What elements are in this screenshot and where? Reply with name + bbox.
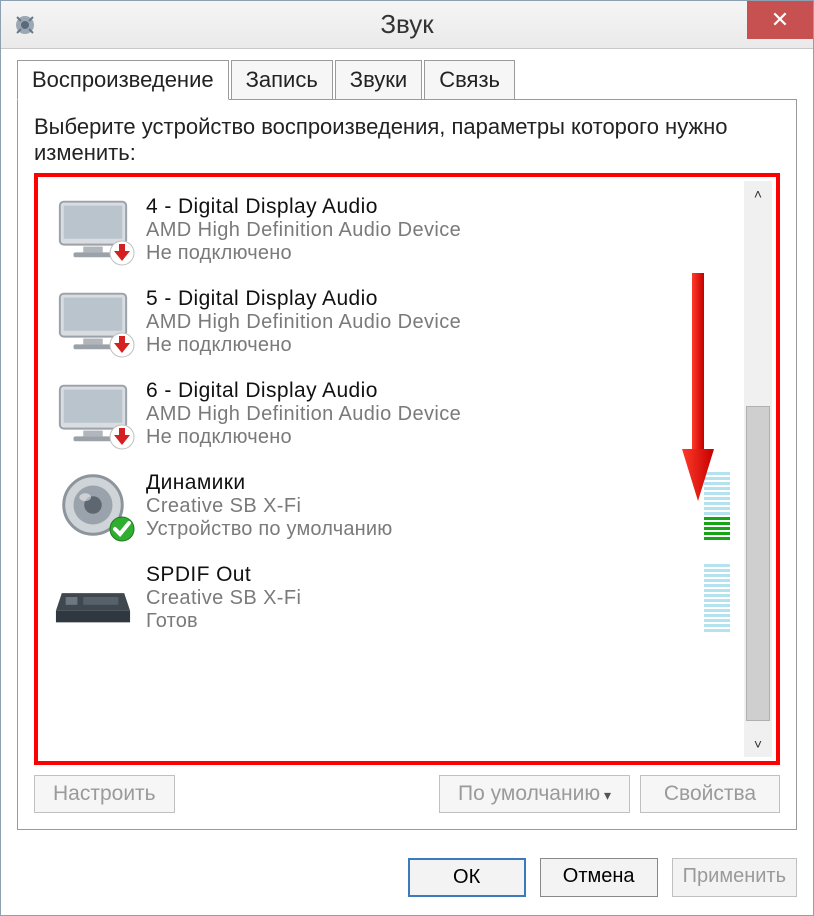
device-sub: AMD High Definition Audio Device: [146, 219, 738, 242]
tab-playback[interactable]: Воспроизведение: [17, 60, 229, 100]
device-sub: AMD High Definition Audio Device: [146, 403, 738, 426]
meter-bar: [704, 472, 730, 475]
meter-bar: [704, 517, 730, 520]
device-text: SPDIF Out Creative SB X-Fi Готов: [146, 563, 704, 633]
close-icon: ✕: [771, 7, 789, 33]
sound-dialog-window: Звук ✕ Воспроизведение Запись Звуки Связ…: [0, 0, 814, 916]
device-sub: AMD High Definition Audio Device: [146, 311, 738, 334]
meter-bar: [704, 609, 730, 612]
monitor-icon: [54, 379, 132, 447]
meter-bar: [704, 564, 730, 567]
tab-strip: Воспроизведение Запись Звуки Связь: [17, 59, 797, 99]
device-status: Не подключено: [146, 242, 738, 265]
disconnected-badge-icon: [108, 331, 136, 359]
meter-bar: [704, 522, 730, 525]
highlight-frame: 4 - Digital Display Audio AMD High Defin…: [34, 173, 780, 765]
meter-bar: [704, 599, 730, 602]
device-row[interactable]: 4 - Digital Display Audio AMD High Defin…: [48, 187, 744, 279]
titlebar: Звук ✕: [1, 1, 813, 49]
device-sub: Creative SB X-Fi: [146, 495, 704, 518]
device-name: 6 - Digital Display Audio: [146, 379, 738, 403]
ok-button[interactable]: ОК: [408, 858, 526, 897]
meter-bar: [704, 512, 730, 515]
cancel-button[interactable]: Отмена: [540, 858, 658, 897]
scroll-down-icon[interactable]: ˅: [744, 731, 772, 757]
set-default-button[interactable]: По умолчанию: [439, 775, 630, 813]
instruction-text: Выберите устройство воспроизведения, пар…: [34, 114, 780, 167]
scrollbar[interactable]: ˄ ˅: [744, 181, 772, 757]
meter-bar: [704, 619, 730, 622]
disconnected-badge-icon: [108, 423, 136, 451]
configure-button[interactable]: Настроить: [34, 775, 175, 813]
device-row[interactable]: 5 - Digital Display Audio AMD High Defin…: [48, 279, 744, 371]
speaker-icon: [54, 471, 132, 539]
meter-bar: [704, 497, 730, 500]
monitor-icon: [54, 195, 132, 263]
device-list-inner: 4 - Digital Display Audio AMD High Defin…: [42, 181, 744, 757]
tab-recording[interactable]: Запись: [231, 60, 333, 100]
meter-bar: [704, 482, 730, 485]
panel-button-row: Настроить По умолчанию Свойства: [34, 775, 780, 813]
apply-button[interactable]: Применить: [672, 858, 797, 897]
meter-bar: [704, 477, 730, 480]
device-row[interactable]: Динамики Creative SB X-Fi Устройство по …: [48, 463, 744, 555]
level-meter: [704, 564, 730, 632]
device-name: SPDIF Out: [146, 563, 704, 587]
meter-bar: [704, 502, 730, 505]
scroll-thumb[interactable]: [746, 406, 770, 721]
device-text: 6 - Digital Display Audio AMD High Defin…: [146, 379, 738, 449]
device-status: Не подключено: [146, 334, 738, 357]
dialog-content: Воспроизведение Запись Звуки Связь Выбер…: [1, 49, 813, 846]
device-listbox[interactable]: 4 - Digital Display Audio AMD High Defin…: [42, 181, 772, 757]
device-name: 5 - Digital Display Audio: [146, 287, 738, 311]
device-text: 5 - Digital Display Audio AMD High Defin…: [146, 287, 738, 357]
disconnected-badge-icon: [108, 239, 136, 267]
meter-bar: [704, 589, 730, 592]
device-text: 4 - Digital Display Audio AMD High Defin…: [146, 195, 738, 265]
meter-bar: [704, 614, 730, 617]
meter-bar: [704, 537, 730, 540]
playback-panel: Выберите устройство воспроизведения, пар…: [17, 99, 797, 830]
device-name: Динамики: [146, 471, 704, 495]
device-status: Готов: [146, 610, 704, 633]
default-check-icon: [108, 515, 136, 543]
meter-bar: [704, 594, 730, 597]
device-sub: Creative SB X-Fi: [146, 587, 704, 610]
spdif-icon: [54, 563, 132, 631]
properties-button[interactable]: Свойства: [640, 775, 780, 813]
meter-bar: [704, 532, 730, 535]
meter-bar: [704, 579, 730, 582]
scroll-up-icon[interactable]: ˄: [744, 181, 772, 207]
window-title: Звук: [380, 9, 433, 40]
meter-bar: [704, 629, 730, 632]
tab-sounds[interactable]: Звуки: [335, 60, 422, 100]
device-name: 4 - Digital Display Audio: [146, 195, 738, 219]
scroll-track[interactable]: [744, 207, 772, 731]
meter-bar: [704, 584, 730, 587]
close-button[interactable]: ✕: [747, 1, 813, 39]
meter-bar: [704, 487, 730, 490]
device-status: Не подключено: [146, 426, 738, 449]
app-icon: [13, 13, 37, 37]
device-text: Динамики Creative SB X-Fi Устройство по …: [146, 471, 704, 541]
device-row[interactable]: SPDIF Out Creative SB X-Fi Готов: [48, 555, 744, 647]
meter-bar: [704, 569, 730, 572]
meter-bar: [704, 507, 730, 510]
device-status: Устройство по умолчанию: [146, 518, 704, 541]
meter-bar: [704, 604, 730, 607]
tab-communications[interactable]: Связь: [424, 60, 515, 100]
meter-bar: [704, 492, 730, 495]
level-meter: [704, 472, 730, 540]
device-row[interactable]: 6 - Digital Display Audio AMD High Defin…: [48, 371, 744, 463]
meter-bar: [704, 527, 730, 530]
dialog-button-row: ОК Отмена Применить: [1, 846, 813, 915]
meter-bar: [704, 624, 730, 627]
meter-bar: [704, 574, 730, 577]
monitor-icon: [54, 287, 132, 355]
